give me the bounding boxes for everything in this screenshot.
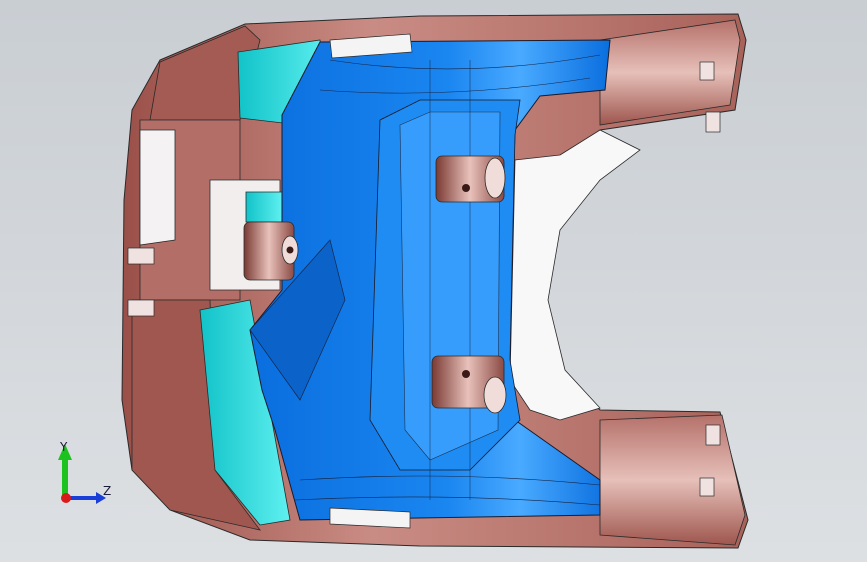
mounting-boss-left — [243, 221, 299, 281]
z-axis-label: Z — [103, 484, 112, 498]
cad-model[interactable] — [0, 0, 867, 562]
origin-dot — [61, 493, 71, 503]
graphics-viewport[interactable]: Y Z — [0, 0, 867, 562]
axis-triad: Y Z — [52, 440, 122, 510]
mounting-boss-lower — [431, 355, 507, 414]
y-axis-label: Y — [60, 440, 68, 454]
mounting-boss-upper — [435, 155, 506, 203]
y-axis-arrow — [62, 458, 68, 498]
